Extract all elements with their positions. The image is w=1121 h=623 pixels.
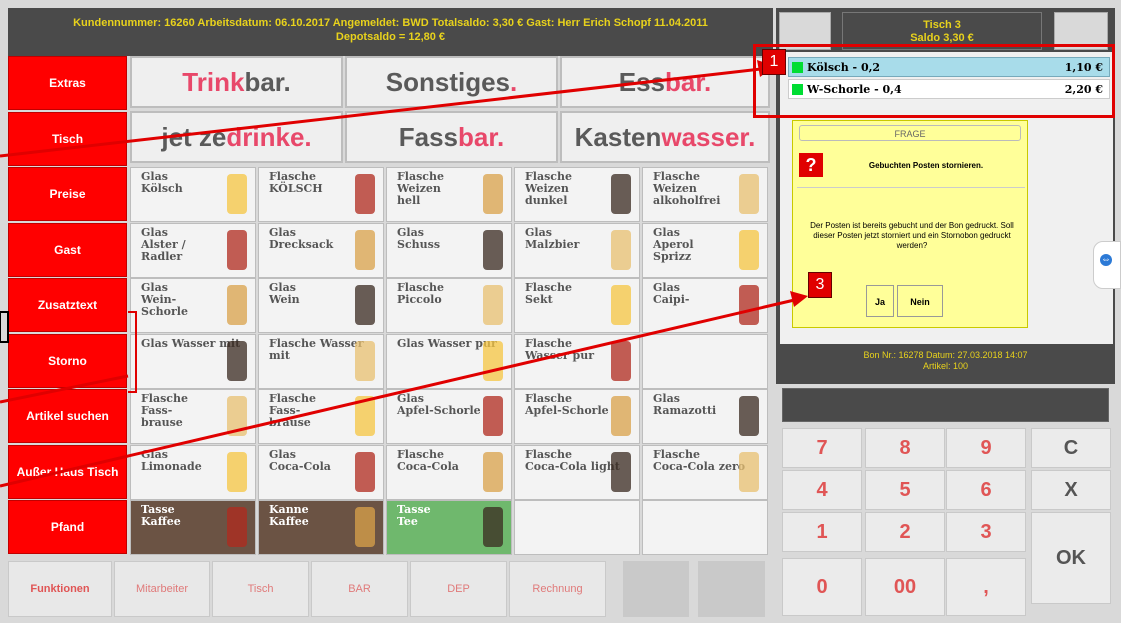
annotation-line <box>0 296 804 488</box>
callout-number: 3 <box>808 272 832 298</box>
annotation-lines <box>0 60 808 488</box>
callout-number: 1 <box>762 49 786 75</box>
annotation-line <box>0 66 771 158</box>
bracket-line <box>128 311 137 393</box>
bracket-box <box>0 311 9 343</box>
arrow-head <box>790 291 808 307</box>
annotation-line <box>0 374 129 404</box>
